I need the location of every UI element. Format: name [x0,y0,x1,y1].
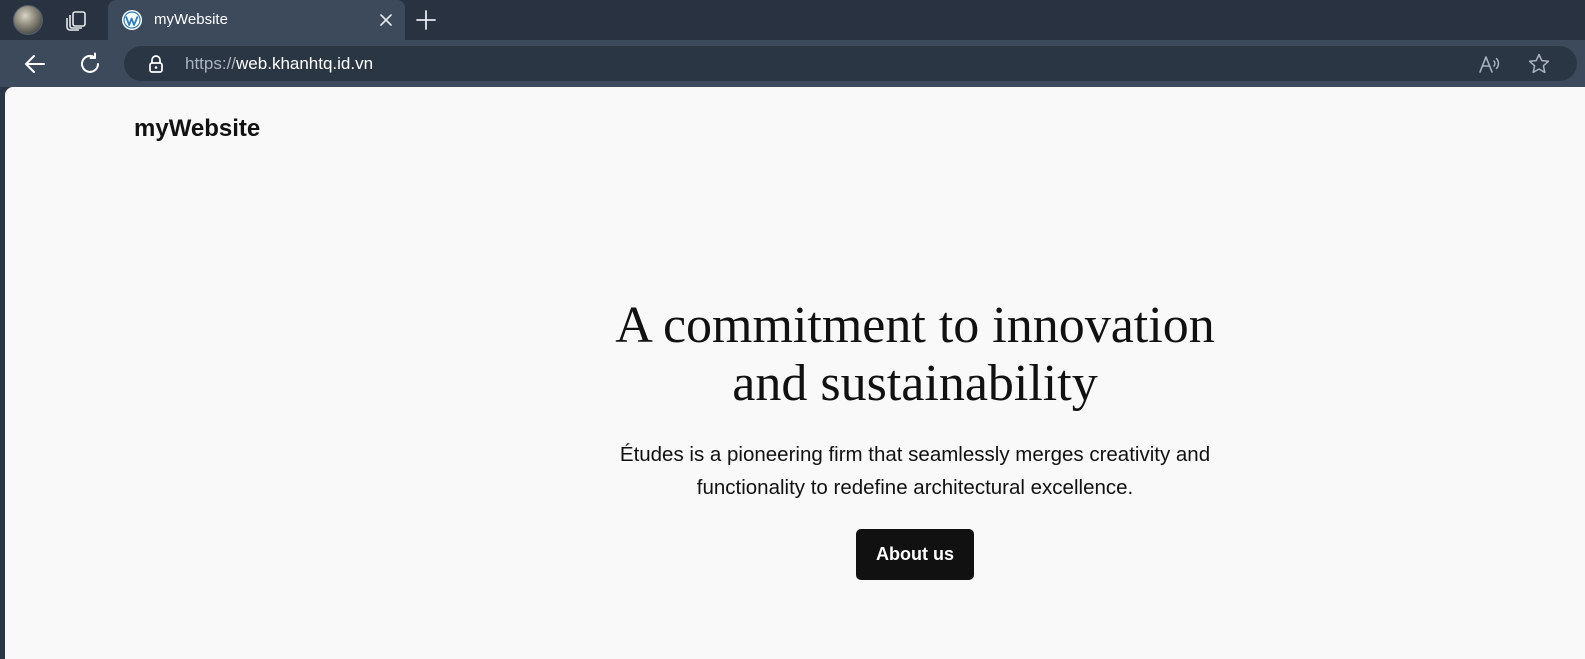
address-bar[interactable]: https://web.khanhtq.id.vn [124,46,1577,81]
star-icon[interactable] [1527,52,1551,76]
read-aloud-icon[interactable] [1478,53,1502,75]
hero-section: A commitment to innovation and sustainab… [540,297,1290,580]
close-icon[interactable] [377,11,395,29]
lock-icon[interactable] [147,54,165,74]
page-viewport: myWebsite A commitment to innovation and… [5,87,1585,659]
hero-description: Études is a pioneering firm that seamles… [540,438,1290,504]
tab-mywebsite[interactable]: myWebsite [108,0,405,40]
url-text[interactable]: https://web.khanhtq.id.vn [185,54,373,74]
browser-toolbar: https://web.khanhtq.id.vn [0,40,1585,87]
hero-heading-line1: A commitment to innovation [615,297,1215,354]
profile-avatar[interactable] [13,5,43,35]
tab-actions-icon[interactable] [64,8,90,32]
url-host: web.khanhtq.id.vn [236,54,374,73]
hero-heading: A commitment to innovation and sustainab… [540,297,1290,413]
url-scheme: https:// [185,54,237,73]
wordpress-icon [121,9,143,31]
plus-icon[interactable] [414,8,438,32]
hero-description-line1: Études is a pioneering firm that seamles… [619,443,1211,466]
hero-heading-line2: and sustainability [732,355,1098,412]
back-arrow-icon[interactable] [22,51,48,77]
refresh-icon[interactable] [77,51,103,77]
hero-description-line2: functionality to redefine architectural … [696,476,1134,499]
tab-title: myWebsite [154,11,228,28]
about-us-button[interactable]: About us [856,529,974,580]
tab-strip: myWebsite [0,0,1585,40]
site-title[interactable]: myWebsite [134,115,260,143]
